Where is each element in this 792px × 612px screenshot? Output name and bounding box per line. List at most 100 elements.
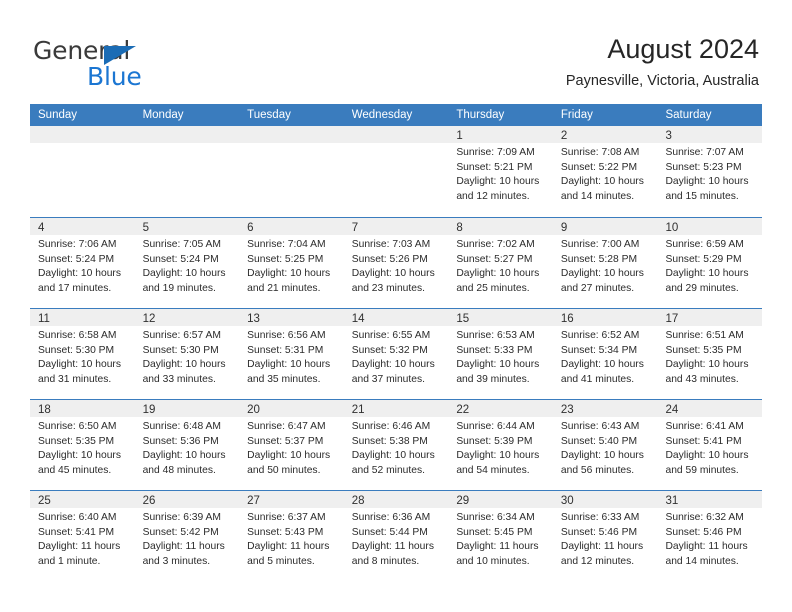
sunrise-text: Sunrise: 7:05 AM bbox=[142, 239, 221, 250]
day-details: Sunrise: 6:44 AM Sunset: 5:39 PM Dayligh… bbox=[448, 417, 553, 478]
daylight-text-line2: and 50 minutes. bbox=[247, 464, 321, 476]
sunset-text: Sunset: 5:39 PM bbox=[456, 435, 533, 447]
daylight-text-line1: Daylight: 10 hours bbox=[560, 359, 644, 371]
day-cell[interactable]: 11 Sunrise: 6:58 AM Sunset: 5:30 PM Dayl… bbox=[30, 309, 135, 399]
day-cell[interactable]: 26 Sunrise: 6:39 AM Sunset: 5:42 PM Dayl… bbox=[134, 491, 240, 581]
daylight-text-line2: and 14 minutes. bbox=[560, 190, 635, 202]
daylight-text-line1: Daylight: 10 hours bbox=[38, 268, 121, 280]
daylight-text-line1: Daylight: 11 hours bbox=[247, 541, 330, 553]
daylight-text-line2: and 23 minutes. bbox=[351, 282, 426, 294]
day-number: 18 bbox=[38, 404, 51, 416]
day-number: 22 bbox=[456, 404, 470, 416]
day-cell[interactable]: 9 Sunrise: 7:00 AM Sunset: 5:28 PM Dayli… bbox=[552, 218, 658, 308]
sunset-text: Sunset: 5:46 PM bbox=[665, 526, 742, 538]
day-number: 10 bbox=[665, 222, 679, 234]
day-cell[interactable]: 27 Sunrise: 6:37 AM Sunset: 5:43 PM Dayl… bbox=[239, 491, 344, 581]
day-details: Sunrise: 6:56 AM Sunset: 5:31 PM Dayligh… bbox=[239, 326, 344, 387]
day-number-band bbox=[30, 126, 135, 143]
day-cell[interactable]: 13 Sunrise: 6:56 AM Sunset: 5:31 PM Dayl… bbox=[239, 309, 344, 399]
day-cell[interactable]: 7 Sunrise: 7:03 AM Sunset: 5:26 PM Dayli… bbox=[343, 218, 449, 308]
sunrise-text: Sunrise: 7:08 AM bbox=[560, 147, 640, 158]
day-cell[interactable]: 4 Sunrise: 7:06 AM Sunset: 5:24 PM Dayli… bbox=[30, 218, 135, 308]
day-cell[interactable]: 28 Sunrise: 6:36 AM Sunset: 5:44 PM Dayl… bbox=[343, 491, 449, 581]
sunset-text: Sunset: 5:41 PM bbox=[665, 435, 742, 447]
daylight-text-line1: Daylight: 10 hours bbox=[560, 268, 644, 280]
day-cell[interactable] bbox=[343, 126, 449, 217]
day-details: Sunrise: 7:08 AM Sunset: 5:22 PM Dayligh… bbox=[553, 143, 658, 204]
day-details: Sunrise: 6:48 AM Sunset: 5:36 PM Dayligh… bbox=[135, 417, 240, 478]
day-cell[interactable]: 21 Sunrise: 6:46 AM Sunset: 5:38 PM Dayl… bbox=[343, 400, 449, 490]
day-number-band: 31 bbox=[657, 491, 763, 508]
day-number: 27 bbox=[247, 495, 260, 507]
day-cell[interactable]: 24 Sunrise: 6:41 AM Sunset: 5:41 PM Dayl… bbox=[657, 400, 763, 490]
sunrise-text: Sunrise: 6:51 AM bbox=[665, 330, 744, 341]
day-number: 1 bbox=[456, 130, 463, 142]
daylight-text-line1: Daylight: 11 hours bbox=[351, 541, 434, 553]
day-cell[interactable]: 20 Sunrise: 6:47 AM Sunset: 5:37 PM Dayl… bbox=[239, 400, 344, 490]
day-number-band: 19 bbox=[134, 400, 240, 417]
day-number-band: 2 bbox=[552, 126, 658, 143]
day-cell[interactable]: 25 Sunrise: 6:40 AM Sunset: 5:41 PM Dayl… bbox=[30, 491, 135, 581]
day-details: Sunrise: 6:57 AM Sunset: 5:30 PM Dayligh… bbox=[135, 326, 240, 387]
day-number-band: 14 bbox=[343, 309, 449, 326]
sunrise-text: Sunrise: 7:00 AM bbox=[560, 239, 640, 250]
daylight-text-line1: Daylight: 10 hours bbox=[456, 176, 540, 188]
sunrise-text: Sunrise: 7:03 AM bbox=[351, 239, 431, 250]
day-details: Sunrise: 6:59 AM Sunset: 5:29 PM Dayligh… bbox=[657, 235, 762, 296]
day-cell[interactable]: 14 Sunrise: 6:55 AM Sunset: 5:32 PM Dayl… bbox=[343, 309, 449, 399]
day-cell[interactable]: 18 Sunrise: 6:50 AM Sunset: 5:35 PM Dayl… bbox=[30, 400, 135, 490]
sunrise-text: Sunrise: 6:34 AM bbox=[456, 512, 535, 523]
daylight-text-line2: and 3 minutes. bbox=[142, 555, 211, 567]
day-number-band: 22 bbox=[448, 400, 553, 417]
day-cell[interactable]: 15 Sunrise: 6:53 AM Sunset: 5:33 PM Dayl… bbox=[448, 309, 553, 399]
sunset-text: Sunset: 5:24 PM bbox=[38, 253, 115, 265]
sunrise-text: Sunrise: 7:04 AM bbox=[247, 239, 326, 250]
sunrise-text: Sunrise: 6:57 AM bbox=[142, 330, 221, 341]
day-cell[interactable]: 23 Sunrise: 6:43 AM Sunset: 5:40 PM Dayl… bbox=[552, 400, 658, 490]
daylight-text-line1: Daylight: 11 hours bbox=[38, 541, 121, 553]
day-cell[interactable]: 3 Sunrise: 7:07 AM Sunset: 5:23 PM Dayli… bbox=[657, 126, 763, 217]
daylight-text-line2: and 37 minutes. bbox=[351, 373, 426, 385]
day-details: Sunrise: 6:58 AM Sunset: 5:30 PM Dayligh… bbox=[30, 326, 135, 387]
day-cell[interactable]: 30 Sunrise: 6:33 AM Sunset: 5:46 PM Dayl… bbox=[552, 491, 658, 581]
day-cell[interactable]: 17 Sunrise: 6:51 AM Sunset: 5:35 PM Dayl… bbox=[657, 309, 763, 399]
day-cell[interactable] bbox=[239, 126, 344, 217]
day-number-band bbox=[134, 126, 240, 143]
day-number: 29 bbox=[456, 495, 470, 507]
daylight-text-line1: Daylight: 10 hours bbox=[665, 359, 749, 371]
sunset-text: Sunset: 5:24 PM bbox=[142, 253, 219, 265]
day-cell[interactable] bbox=[134, 126, 240, 217]
weekday-saturday: Saturday bbox=[665, 109, 712, 121]
day-cell[interactable]: 10 Sunrise: 6:59 AM Sunset: 5:29 PM Dayl… bbox=[657, 218, 763, 308]
day-number-band: 21 bbox=[343, 400, 449, 417]
sunrise-text: Sunrise: 7:07 AM bbox=[665, 147, 744, 158]
day-cell[interactable]: 22 Sunrise: 6:44 AM Sunset: 5:39 PM Dayl… bbox=[448, 400, 553, 490]
daylight-text-line1: Daylight: 10 hours bbox=[247, 268, 331, 280]
day-cell[interactable]: 16 Sunrise: 6:52 AM Sunset: 5:34 PM Dayl… bbox=[552, 309, 658, 399]
daylight-text-line2: and 43 minutes. bbox=[665, 373, 739, 385]
sunrise-text: Sunrise: 6:56 AM bbox=[247, 330, 326, 341]
day-cell[interactable]: 19 Sunrise: 6:48 AM Sunset: 5:36 PM Dayl… bbox=[134, 400, 240, 490]
day-cell[interactable]: 1 Sunrise: 7:09 AM Sunset: 5:21 PM Dayli… bbox=[448, 126, 553, 217]
daylight-text-line1: Daylight: 11 hours bbox=[560, 541, 644, 553]
day-number: 25 bbox=[38, 495, 51, 507]
sunrise-text: Sunrise: 7:09 AM bbox=[456, 147, 535, 158]
day-cell[interactable]: 29 Sunrise: 6:34 AM Sunset: 5:45 PM Dayl… bbox=[448, 491, 553, 581]
day-cell[interactable] bbox=[30, 126, 135, 217]
day-cell[interactable]: 5 Sunrise: 7:05 AM Sunset: 5:24 PM Dayli… bbox=[134, 218, 240, 308]
daylight-text-line2: and 19 minutes. bbox=[142, 282, 216, 294]
day-cell[interactable]: 6 Sunrise: 7:04 AM Sunset: 5:25 PM Dayli… bbox=[239, 218, 344, 308]
day-cell[interactable]: 12 Sunrise: 6:57 AM Sunset: 5:30 PM Dayl… bbox=[134, 309, 240, 399]
daylight-text-line2: and 8 minutes. bbox=[351, 555, 420, 567]
daylight-text-line1: Daylight: 10 hours bbox=[560, 450, 644, 462]
sunset-text: Sunset: 5:21 PM bbox=[456, 161, 533, 173]
day-cell[interactable]: 8 Sunrise: 7:02 AM Sunset: 5:27 PM Dayli… bbox=[448, 218, 553, 308]
week-row: 4 Sunrise: 7:06 AM Sunset: 5:24 PM Dayli… bbox=[30, 217, 763, 308]
sunset-text: Sunset: 5:36 PM bbox=[142, 435, 219, 447]
daylight-text-line2: and 48 minutes. bbox=[142, 464, 216, 476]
day-cell[interactable]: 2 Sunrise: 7:08 AM Sunset: 5:22 PM Dayli… bbox=[552, 126, 658, 217]
day-cell[interactable]: 31 Sunrise: 6:32 AM Sunset: 5:46 PM Dayl… bbox=[657, 491, 763, 581]
day-number: 13 bbox=[247, 313, 260, 325]
daylight-text-line1: Daylight: 10 hours bbox=[456, 268, 540, 280]
sunset-text: Sunset: 5:30 PM bbox=[38, 344, 115, 356]
